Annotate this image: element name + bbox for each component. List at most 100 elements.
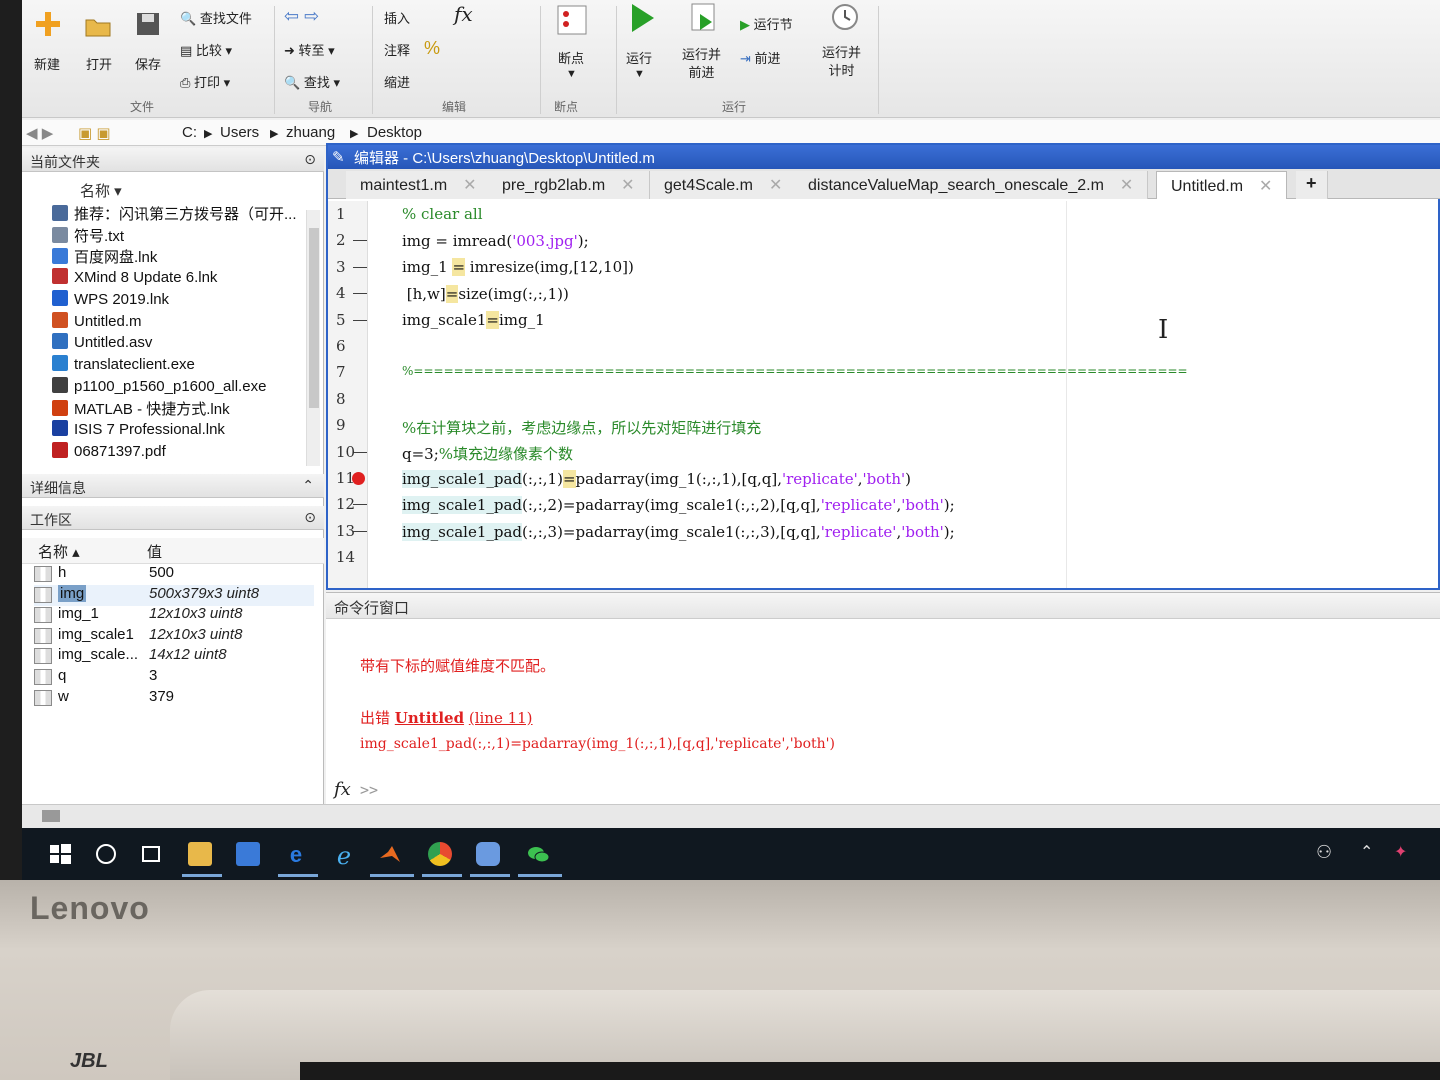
- breakpoint-marker-slot[interactable]: —: [353, 443, 367, 459]
- workspace-col-value[interactable]: 值: [147, 541, 162, 562]
- breadcrumb-drive[interactable]: C:: [182, 124, 197, 141]
- command-prompt[interactable]: >>: [360, 781, 378, 799]
- run-time-clock-icon[interactable]: [830, 2, 860, 32]
- save-button[interactable]: 保存: [135, 54, 161, 73]
- breadcrumb-users[interactable]: Users: [220, 124, 259, 141]
- editor-tab[interactable]: Untitled.m ✕: [1156, 171, 1288, 199]
- file-item[interactable]: 推荐：闪讯第三方拨号器（可开...: [52, 203, 297, 225]
- panel-menu-icon[interactable]: ⊙: [304, 151, 316, 168]
- breadcrumb-zhuang[interactable]: zhuang: [286, 124, 335, 141]
- file-item[interactable]: ISIS 7 Professional.lnk: [52, 420, 225, 442]
- editor-tab[interactable]: distanceValueMap_search_onescale_2.m ✕: [794, 171, 1149, 199]
- save-icon[interactable]: [134, 10, 162, 38]
- run-advance-icon[interactable]: [688, 2, 720, 34]
- column-header-name[interactable]: 名称 ▾: [80, 180, 122, 202]
- baidu-netdisk-icon[interactable]: [236, 842, 260, 866]
- run-and-time-button[interactable]: 运行并 计时: [822, 44, 861, 80]
- workspace-variable-row[interactable]: w 379: [34, 688, 314, 709]
- find-files-button[interactable]: 🔍 查找文件: [180, 8, 252, 27]
- workspace-variable-row[interactable]: img 500x379x3 uint8: [34, 584, 314, 606]
- breakpoint-marker-slot[interactable]: —: [353, 284, 367, 300]
- file-item[interactable]: Untitled.m: [52, 311, 142, 334]
- scrollbar[interactable]: [306, 210, 320, 466]
- breakpoint-marker-slot[interactable]: —: [353, 231, 367, 247]
- panel-menu-icon[interactable]: ⊙: [304, 509, 316, 526]
- collapse-icon[interactable]: ⌃: [302, 477, 314, 494]
- file-explorer-icon[interactable]: [188, 842, 212, 866]
- close-icon[interactable]: ✕: [769, 177, 782, 194]
- fx-icon[interactable]: fx: [454, 2, 473, 26]
- scrollbar-thumb[interactable]: [309, 228, 319, 408]
- command-window[interactable]: 命令行窗口 带有下标的赋值维度不匹配。 出错 Untitled (line 11…: [326, 592, 1440, 804]
- run-button[interactable]: 运行: [626, 48, 652, 67]
- people-icon[interactable]: ⚇: [1316, 842, 1340, 866]
- run-play-icon[interactable]: [626, 2, 658, 34]
- breakpoint-marker-slot[interactable]: —: [353, 258, 367, 274]
- breadcrumb-desktop[interactable]: Desktop: [367, 124, 422, 141]
- advance-button[interactable]: ⇥ 前进: [740, 48, 781, 67]
- insert-button[interactable]: 插入: [384, 8, 410, 27]
- file-item[interactable]: Untitled.asv: [52, 333, 152, 355]
- chevron-up-icon[interactable]: ⌃: [1360, 842, 1384, 866]
- file-item[interactable]: p1100_p1560_p1600_all.exe: [52, 376, 266, 399]
- chrome-icon[interactable]: [428, 842, 452, 866]
- file-item[interactable]: XMind 8 Update 6.lnk: [52, 268, 217, 290]
- indent-button[interactable]: 缩进: [384, 72, 410, 91]
- file-item[interactable]: 06871397.pdf: [52, 441, 166, 464]
- edge-browser-icon[interactable]: e: [284, 842, 308, 867]
- nav-arrows-icon[interactable]: ◀ ▶: [26, 124, 53, 142]
- workspace-variable-row[interactable]: img_scale1 12x10x3 uint8: [34, 626, 314, 647]
- breakpoint-marker-slot[interactable]: —: [353, 495, 367, 511]
- new-button[interactable]: 新建: [34, 54, 60, 73]
- task-view-icon[interactable]: [140, 842, 164, 866]
- breakpoint-marker-slot[interactable]: —: [353, 311, 367, 327]
- breakpoints-button[interactable]: 断点: [558, 48, 584, 67]
- file-item[interactable]: 百度网盘.lnk: [52, 246, 157, 268]
- breakpoint-icon[interactable]: [352, 472, 365, 485]
- details-header[interactable]: 详细信息 ⌃: [22, 474, 324, 498]
- cortana-search-icon[interactable]: [94, 842, 118, 866]
- workspace-variable-row[interactable]: img_scale... 14x12 uint8: [34, 646, 314, 667]
- wechat-icon[interactable]: [526, 842, 550, 866]
- run-and-advance-button[interactable]: 运行并 前进: [682, 46, 721, 82]
- file-item[interactable]: WPS 2019.lnk: [52, 289, 169, 312]
- app-icon[interactable]: [476, 842, 500, 866]
- print-button[interactable]: ⎙ 打印 ▾: [180, 72, 230, 91]
- chevron-down-icon[interactable]: ▼: [634, 68, 645, 80]
- open-folder-icon[interactable]: [84, 12, 112, 40]
- compare-button[interactable]: ▤ 比较 ▾: [180, 40, 232, 59]
- close-icon[interactable]: ✕: [1120, 177, 1133, 194]
- workspace-variable-row[interactable]: img_1 12x10x3 uint8: [34, 605, 314, 626]
- matlab-icon[interactable]: [378, 842, 402, 866]
- windows-start-icon[interactable]: [48, 842, 72, 866]
- fx-prompt-icon[interactable]: fx: [334, 779, 351, 800]
- breakpoint-marker-slot[interactable]: —: [353, 522, 367, 538]
- chevron-down-icon[interactable]: ▼: [566, 68, 577, 80]
- folder-up-icon[interactable]: ▣ ▣: [78, 124, 111, 142]
- close-icon[interactable]: ✕: [463, 177, 476, 194]
- editor-tab[interactable]: maintest1.m ✕: [346, 171, 492, 199]
- file-item[interactable]: translateclient.exe: [52, 354, 195, 377]
- goto-button[interactable]: ➜ 转至 ▾: [284, 40, 335, 59]
- close-icon[interactable]: ✕: [1259, 178, 1272, 195]
- file-item[interactable]: 符号.txt: [52, 225, 124, 247]
- error-file-link[interactable]: Untitled: [395, 709, 464, 727]
- workspace-col-name[interactable]: 名称 ▴: [38, 541, 80, 562]
- find-button[interactable]: 🔍 查找 ▾: [284, 72, 340, 91]
- open-button[interactable]: 打开: [86, 54, 112, 73]
- ie-browser-icon[interactable]: ℯ: [332, 842, 356, 870]
- workspace-variable-row[interactable]: q3: [34, 667, 314, 688]
- add-tab-button[interactable]: +: [1296, 171, 1328, 199]
- file-item[interactable]: MATLAB - 快捷方式.lnk: [52, 398, 230, 420]
- comment-button[interactable]: 注释: [384, 40, 410, 59]
- back-forward-nav[interactable]: ⇦ ⇨: [284, 6, 319, 27]
- tray-app-icon[interactable]: ✦: [1394, 842, 1418, 866]
- editor-tab[interactable]: pre_rgb2lab.m ✕: [488, 171, 650, 199]
- editor-tab[interactable]: get4Scale.m ✕: [650, 171, 798, 199]
- close-icon[interactable]: ✕: [621, 177, 634, 194]
- new-icon[interactable]: [34, 10, 62, 38]
- workspace-variable-row[interactable]: h 500: [34, 564, 314, 585]
- run-section-button[interactable]: ▶ 运行节: [740, 14, 793, 33]
- percent-comment-icon[interactable]: %: [424, 38, 440, 59]
- error-line-link[interactable]: (line 11): [469, 709, 533, 727]
